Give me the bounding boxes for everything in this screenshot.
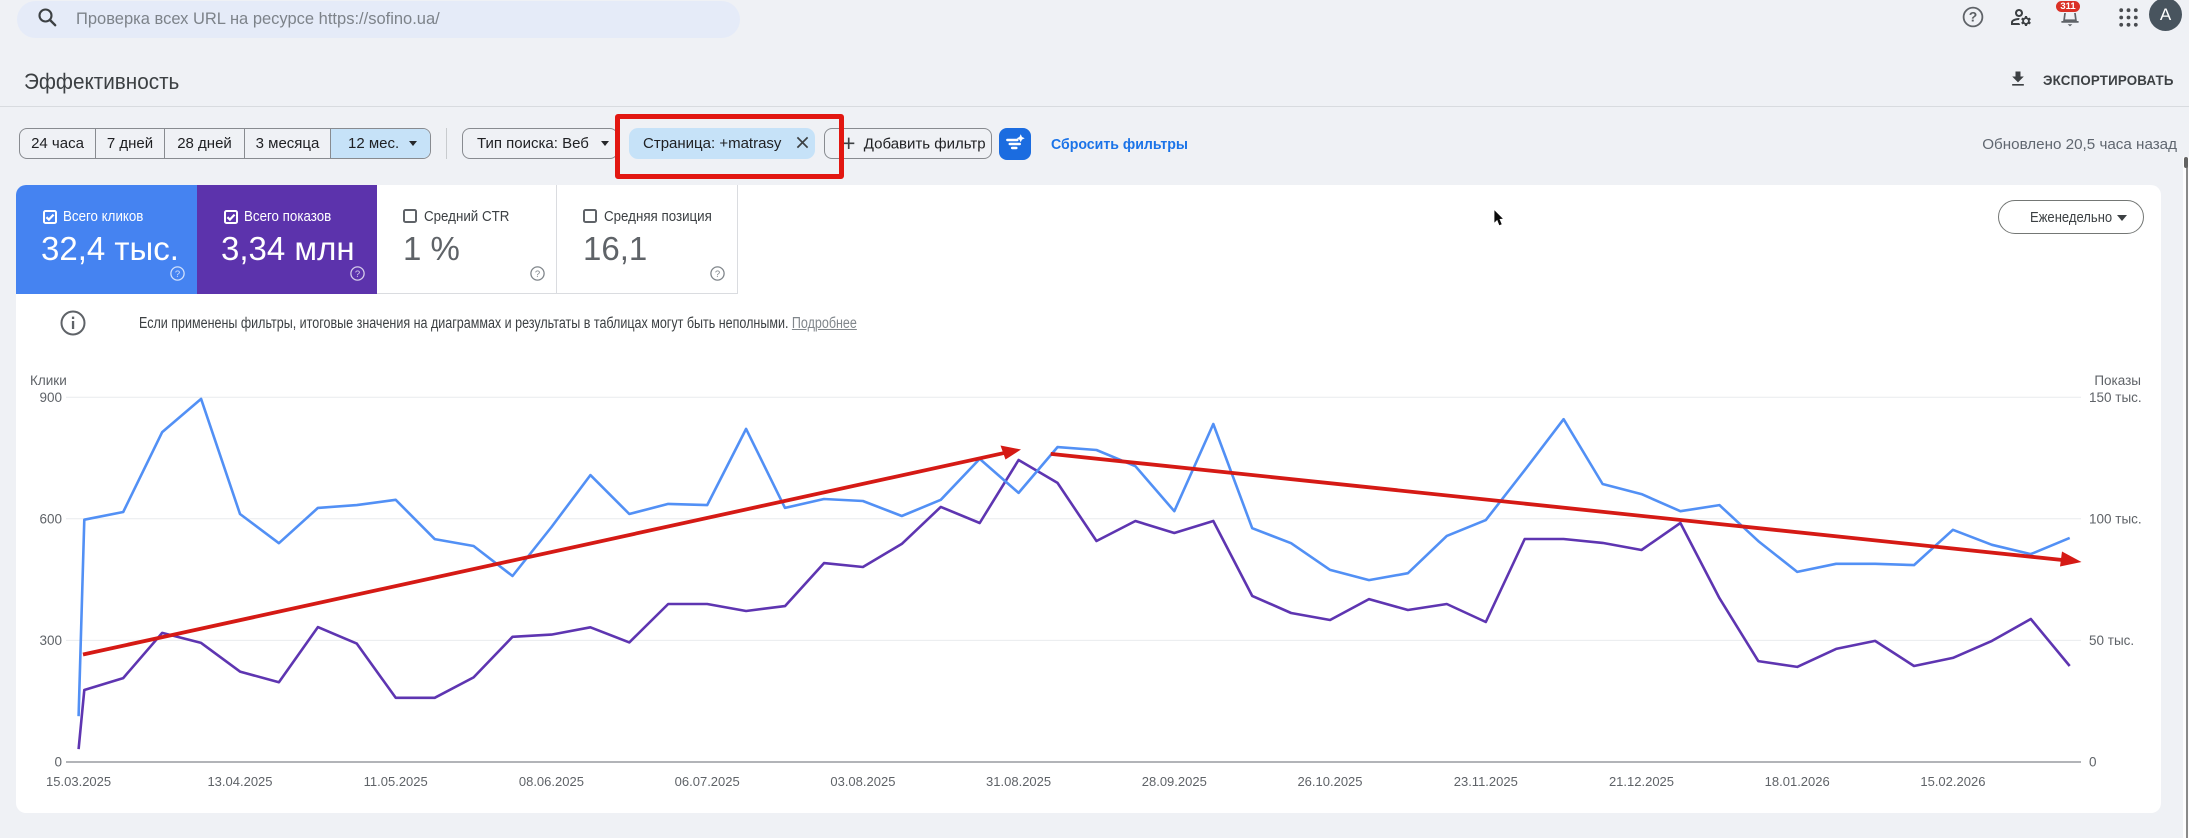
svg-text:?: ? xyxy=(535,269,540,280)
svg-text:300: 300 xyxy=(39,633,62,648)
svg-text:0: 0 xyxy=(54,755,62,770)
svg-text:06.07.2025: 06.07.2025 xyxy=(675,774,740,789)
svg-text:15.03.2025: 15.03.2025 xyxy=(46,774,111,789)
svg-text:600: 600 xyxy=(39,512,62,527)
svg-text:Клики: Клики xyxy=(30,373,67,388)
svg-text:21.12.2025: 21.12.2025 xyxy=(1609,774,1674,789)
svg-text:28.09.2025: 28.09.2025 xyxy=(1142,774,1207,789)
svg-text:23.11.2025: 23.11.2025 xyxy=(1454,774,1518,789)
svg-text:15.02.2026: 15.02.2026 xyxy=(1920,774,1985,789)
svg-text:03.08.2025: 03.08.2025 xyxy=(830,774,895,789)
svg-text:08.06.2025: 08.06.2025 xyxy=(519,774,584,789)
svg-text:13.04.2025: 13.04.2025 xyxy=(207,774,272,789)
svg-text:?: ? xyxy=(1969,9,1978,25)
svg-text:50 тыс.: 50 тыс. xyxy=(2089,633,2134,648)
svg-text:31.08.2025: 31.08.2025 xyxy=(986,774,1051,789)
svg-text:900: 900 xyxy=(39,390,62,405)
svg-text:11.05.2025: 11.05.2025 xyxy=(364,774,428,789)
svg-text:18.01.2026: 18.01.2026 xyxy=(1765,774,1830,789)
svg-text:?: ? xyxy=(175,269,180,280)
svg-text:100 тыс.: 100 тыс. xyxy=(2089,512,2142,527)
svg-text:150 тыс.: 150 тыс. xyxy=(2089,390,2142,405)
svg-text:?: ? xyxy=(355,269,360,280)
svg-text:0: 0 xyxy=(2089,755,2097,770)
svg-text:?: ? xyxy=(715,269,720,280)
svg-text:Показы: Показы xyxy=(2094,373,2141,388)
svg-text:26.10.2025: 26.10.2025 xyxy=(1297,774,1362,789)
